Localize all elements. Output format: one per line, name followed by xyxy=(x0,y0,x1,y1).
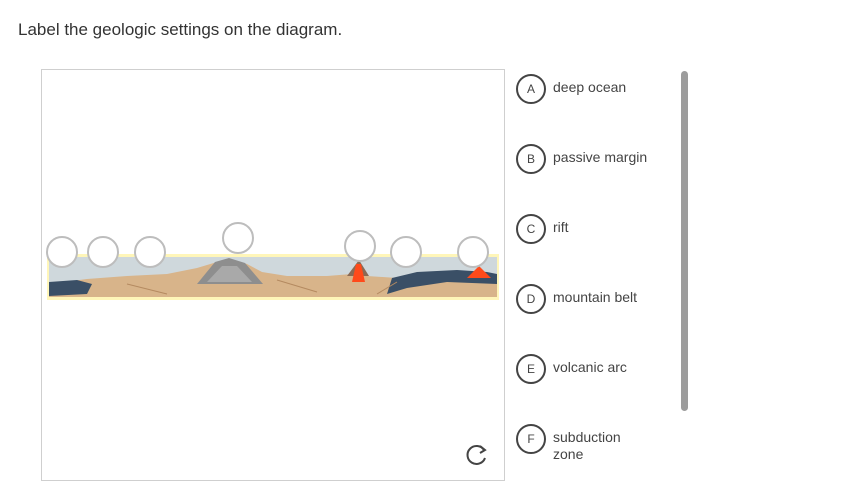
label-letter-c: C xyxy=(516,214,546,244)
diagram-area xyxy=(41,69,505,481)
drop-target-2[interactable] xyxy=(87,236,119,268)
label-letter-d: D xyxy=(516,284,546,314)
label-letter-a: A xyxy=(516,74,546,104)
label-text: passive margin xyxy=(553,149,648,165)
drop-target-4[interactable] xyxy=(222,222,254,254)
drop-target-7[interactable] xyxy=(457,236,489,268)
label-deep-ocean[interactable]: A deep ocean xyxy=(516,74,653,104)
label-text: deep ocean xyxy=(553,79,627,95)
drop-target-6[interactable] xyxy=(390,236,422,268)
label-text: volcanic arc xyxy=(553,359,627,375)
label-text: mountain belt xyxy=(553,289,638,305)
label-volcanic-arc[interactable]: E volcanic arc xyxy=(516,354,653,384)
drop-target-1[interactable] xyxy=(46,236,78,268)
label-letter-f: F xyxy=(516,424,546,454)
rotate-clockwise-icon[interactable] xyxy=(464,442,490,468)
question-prompt: Label the geologic settings on the diagr… xyxy=(18,20,343,39)
label-letter-e: E xyxy=(516,354,546,384)
label-text: subduction zone xyxy=(553,429,621,462)
label-text: rift xyxy=(553,219,569,235)
drop-target-5[interactable] xyxy=(344,230,376,262)
label-rift[interactable]: C rift xyxy=(516,214,653,244)
label-letter-b: B xyxy=(516,144,546,174)
drop-target-3[interactable] xyxy=(134,236,166,268)
label-passive-margin[interactable]: B passive margin xyxy=(516,144,653,174)
scrollbar[interactable] xyxy=(681,71,688,411)
label-mountain-belt[interactable]: D mountain belt xyxy=(516,284,653,314)
label-subduction-zone[interactable]: F subduction zone xyxy=(516,424,653,463)
